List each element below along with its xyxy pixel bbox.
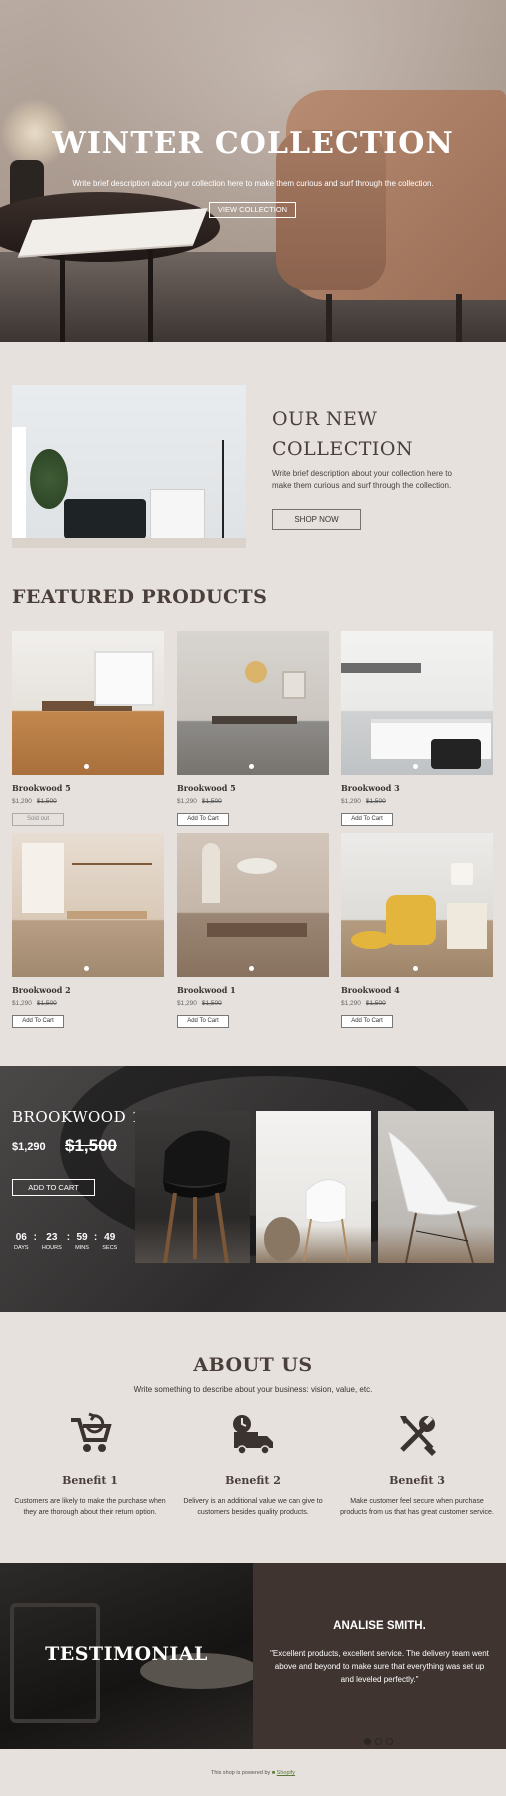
hero-banner: WINTER COLLECTION Write brief descriptio… [0, 0, 506, 342]
benefit-2: Benefit 2 Delivery is an additional valu… [175, 1412, 331, 1518]
about-us-title: ABOUT US [193, 1354, 313, 1376]
sold-out-button: Sold out [12, 813, 64, 826]
add-to-cart-button[interactable]: ADD TO CART [12, 1179, 95, 1196]
product-price: $1,290 $1,500 [177, 1000, 222, 1007]
product-card[interactable]: Brookwood 5 $1,290 $1,500 Sold out [12, 631, 164, 826]
testimonial-pagination [364, 1738, 393, 1745]
cart-return-icon [67, 1412, 113, 1458]
hero-title: WINTER COLLECTION [52, 126, 454, 161]
product-image[interactable] [177, 833, 329, 977]
benefit-title: Benefit 1 [62, 1474, 118, 1487]
view-collection-button[interactable]: VIEW COLLECTION [209, 202, 296, 218]
product-name[interactable]: Brookwood 4 [341, 985, 493, 995]
add-to-cart-button[interactable]: Add To Cart [341, 813, 393, 826]
add-to-cart-button[interactable]: Add To Cart [12, 1015, 64, 1028]
new-collection-image [12, 385, 246, 548]
product-image[interactable] [341, 631, 493, 775]
product-card[interactable]: Brookwood 5 $1,290 $1,500 Add To Cart [177, 631, 329, 826]
product-price: $1,290 $1,500 [341, 1000, 386, 1007]
promo-compare-price: $1,500 [65, 1136, 117, 1155]
slide-dot-2[interactable] [375, 1738, 382, 1745]
product-card[interactable]: Brookwood 3 $1,290 $1,500 Add To Cart [341, 631, 493, 826]
slide-dot-1[interactable] [364, 1738, 371, 1745]
product-compare-price: $1,500 [36, 798, 57, 805]
product-price: $1,290 $1,500 [12, 1000, 57, 1007]
product-compare-price: $1,500 [201, 1000, 222, 1007]
promo-image-black-chair[interactable] [135, 1111, 250, 1263]
promo-image-white-chair-side[interactable] [378, 1111, 494, 1263]
product-name[interactable]: Brookwood 5 [177, 783, 329, 793]
product-compare-price: $1,500 [201, 798, 222, 805]
product-price: $1,290 $1,500 [341, 798, 386, 805]
add-to-cart-button[interactable]: Add To Cart [177, 1015, 229, 1028]
wrench-screwdriver-icon [394, 1412, 440, 1458]
product-compare-price: $1,500 [365, 1000, 386, 1007]
product-card[interactable]: Brookwood 4 $1,290 $1,500 Add To Cart [341, 833, 493, 1028]
product-name[interactable]: Brookwood 3 [341, 783, 493, 793]
benefit-text: Customers are likely to make the purchas… [14, 1498, 166, 1516]
product-compare-price: $1,500 [365, 798, 386, 805]
shopify-bag-icon: ■ [271, 1770, 276, 1776]
promo-image-white-chair[interactable] [256, 1111, 371, 1263]
product-image[interactable] [12, 833, 164, 977]
benefit-title: Benefit 2 [225, 1474, 281, 1487]
benefit-3: Benefit 3 Make customer feel secure when… [339, 1412, 495, 1518]
add-to-cart-button[interactable]: Add To Cart [177, 813, 229, 826]
product-card[interactable]: Brookwood 1 $1,290 $1,500 Add To Cart [177, 833, 329, 1028]
delivery-truck-icon [230, 1412, 276, 1458]
benefit-text: Make customer feel secure when purchase … [340, 1498, 494, 1516]
shopify-link[interactable]: Shopify [277, 1770, 295, 1776]
shop-now-button[interactable]: SHOP NOW [272, 509, 361, 530]
page: WINTER COLLECTION Write brief descriptio… [0, 0, 506, 1796]
product-image[interactable] [12, 631, 164, 775]
new-collection-title: OUR NEW COLLECTION [272, 408, 414, 460]
product-promo-section: BROOKWOOD 1 $1,290 $1,500 ADD TO CART 06… [0, 1066, 506, 1312]
promo-product-title: BROOKWOOD 1 [12, 1108, 142, 1126]
featured-products-title: FEATURED PRODUCTS [12, 586, 268, 608]
product-card[interactable]: Brookwood 2 $1,290 $1,500 Add To Cart [12, 833, 164, 1028]
hero-armchair-image [276, 90, 506, 342]
footer-text: This shop is powered by [210, 1770, 271, 1776]
product-name[interactable]: Brookwood 5 [12, 783, 164, 793]
hero-subtitle: Write brief description about your colle… [72, 179, 434, 188]
product-image[interactable] [177, 631, 329, 775]
product-name[interactable]: Brookwood 1 [177, 985, 329, 995]
product-compare-price: $1,500 [36, 1000, 57, 1007]
testimonial-title: TESTIMONIAL [45, 1643, 208, 1665]
product-price: $1,290 $1,500 [177, 798, 222, 805]
benefit-1: Benefit 1 Customers are likely to make t… [12, 1412, 168, 1518]
testimonial-author: ANALISE SMITH. [333, 1620, 426, 1632]
footer: This shop is powered by ■ Shopify [0, 1770, 506, 1776]
new-collection-text: Write brief description about your colle… [272, 469, 452, 490]
slide-dot-3[interactable] [386, 1738, 393, 1745]
about-us-subtitle: Write something to describe about your b… [133, 1385, 373, 1394]
product-image[interactable] [341, 833, 493, 977]
countdown-timer: 06 DAYS : 23 HOURS : 59 MINS : 49 SECS [14, 1232, 118, 1251]
benefit-text: Delivery is an additional value we can g… [183, 1498, 323, 1516]
add-to-cart-button[interactable]: Add To Cart [341, 1015, 393, 1028]
promo-price: $1,290 [12, 1141, 46, 1153]
testimonial-quote: "Excellent products, excellent service. … [270, 1649, 489, 1684]
benefit-title: Benefit 3 [389, 1474, 445, 1487]
product-price: $1,290 $1,500 [12, 798, 57, 805]
product-name[interactable]: Brookwood 2 [12, 985, 164, 995]
